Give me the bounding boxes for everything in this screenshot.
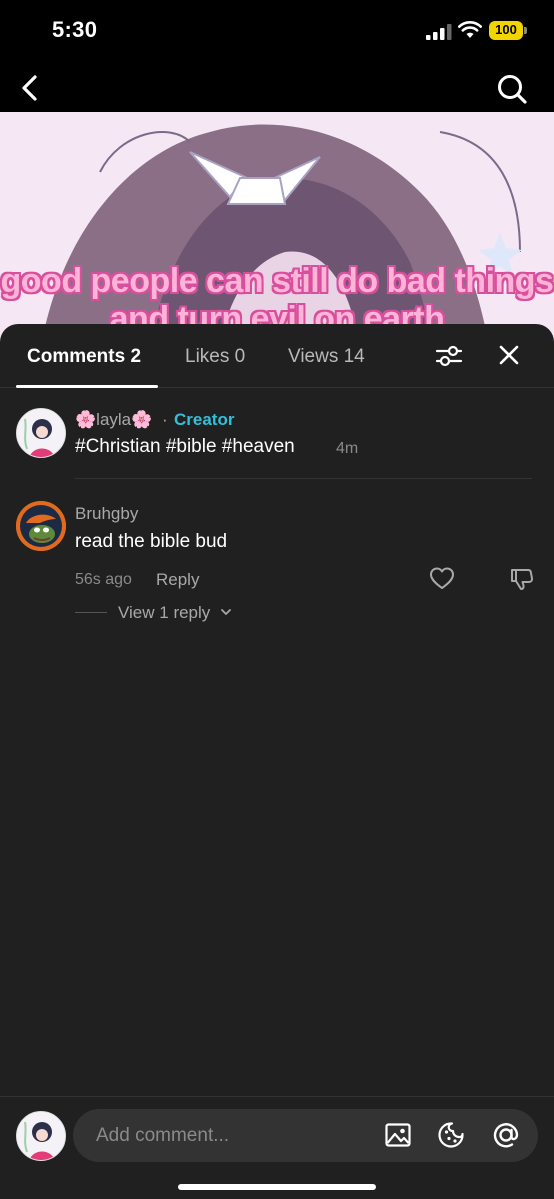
battery-indicator: 100 <box>489 21 527 40</box>
image-icon[interactable] <box>384 1121 412 1149</box>
avatar[interactable] <box>16 501 66 551</box>
view-replies-label: View 1 reply <box>118 603 211 622</box>
status-bar: 5:30 100 <box>0 0 554 62</box>
sliders-icon[interactable] <box>435 342 463 370</box>
avatar <box>16 1111 66 1161</box>
comment-input[interactable]: Add comment... <box>73 1109 538 1162</box>
battery-level: 100 <box>495 22 517 37</box>
video-preview[interactable]: good people can still do bad things and … <box>0 112 554 352</box>
search-icon[interactable] <box>494 72 530 106</box>
status-time: 5:30 <box>52 17 98 42</box>
reply-button[interactable]: Reply <box>156 570 199 590</box>
comment-author[interactable]: Bruhgby <box>75 504 138 524</box>
comment-author[interactable]: 🌸layla🌸 <box>75 410 152 430</box>
comment-placeholder: Add comment... <box>96 1125 230 1146</box>
avatar[interactable] <box>16 408 66 458</box>
comment-item[interactable]: Bruhgby read the bible bud 56s ago Reply… <box>0 494 554 634</box>
comment-divider <box>75 478 532 479</box>
creator-badge: Creator <box>174 410 235 429</box>
battery-cap <box>524 27 527 34</box>
comments-sheet: Comments 2 Likes 0 Views 14 🌸layla🌸 · Cr… <box>0 324 554 1199</box>
sheet-tabs: Comments 2 Likes 0 Views 14 <box>0 324 554 388</box>
active-tab-indicator <box>16 385 158 388</box>
chevron-left-icon[interactable] <box>16 72 46 104</box>
top-nav-bar <box>0 62 554 112</box>
cellular-signal-icon <box>426 24 452 40</box>
chevron-down-icon <box>221 609 231 615</box>
comment-composer: Add comment... <box>0 1096 554 1199</box>
comment-text: read the bible bud <box>75 531 228 552</box>
at-sign-icon[interactable] <box>491 1120 521 1150</box>
name-separator: · <box>162 410 168 429</box>
replies-line <box>75 612 107 613</box>
comment-timestamp: 4m <box>336 440 359 457</box>
close-icon[interactable] <box>497 343 521 367</box>
home-indicator <box>178 1184 376 1190</box>
wifi-icon <box>458 21 482 38</box>
heart-icon[interactable] <box>429 566 455 592</box>
comment-timestamp: 56s ago <box>75 571 132 588</box>
tab-comments[interactable]: Comments 2 <box>27 346 141 368</box>
comment-item[interactable]: 🌸layla🌸 · Creator #Christian #bible #hea… <box>0 394 554 479</box>
sticker-icon[interactable] <box>437 1121 465 1149</box>
tab-likes[interactable]: Likes 0 <box>185 346 245 368</box>
comment-text: #Christian #bible #heaven <box>75 436 295 457</box>
tab-views[interactable]: Views 14 <box>288 346 365 368</box>
thumbs-down-icon[interactable] <box>509 566 535 592</box>
